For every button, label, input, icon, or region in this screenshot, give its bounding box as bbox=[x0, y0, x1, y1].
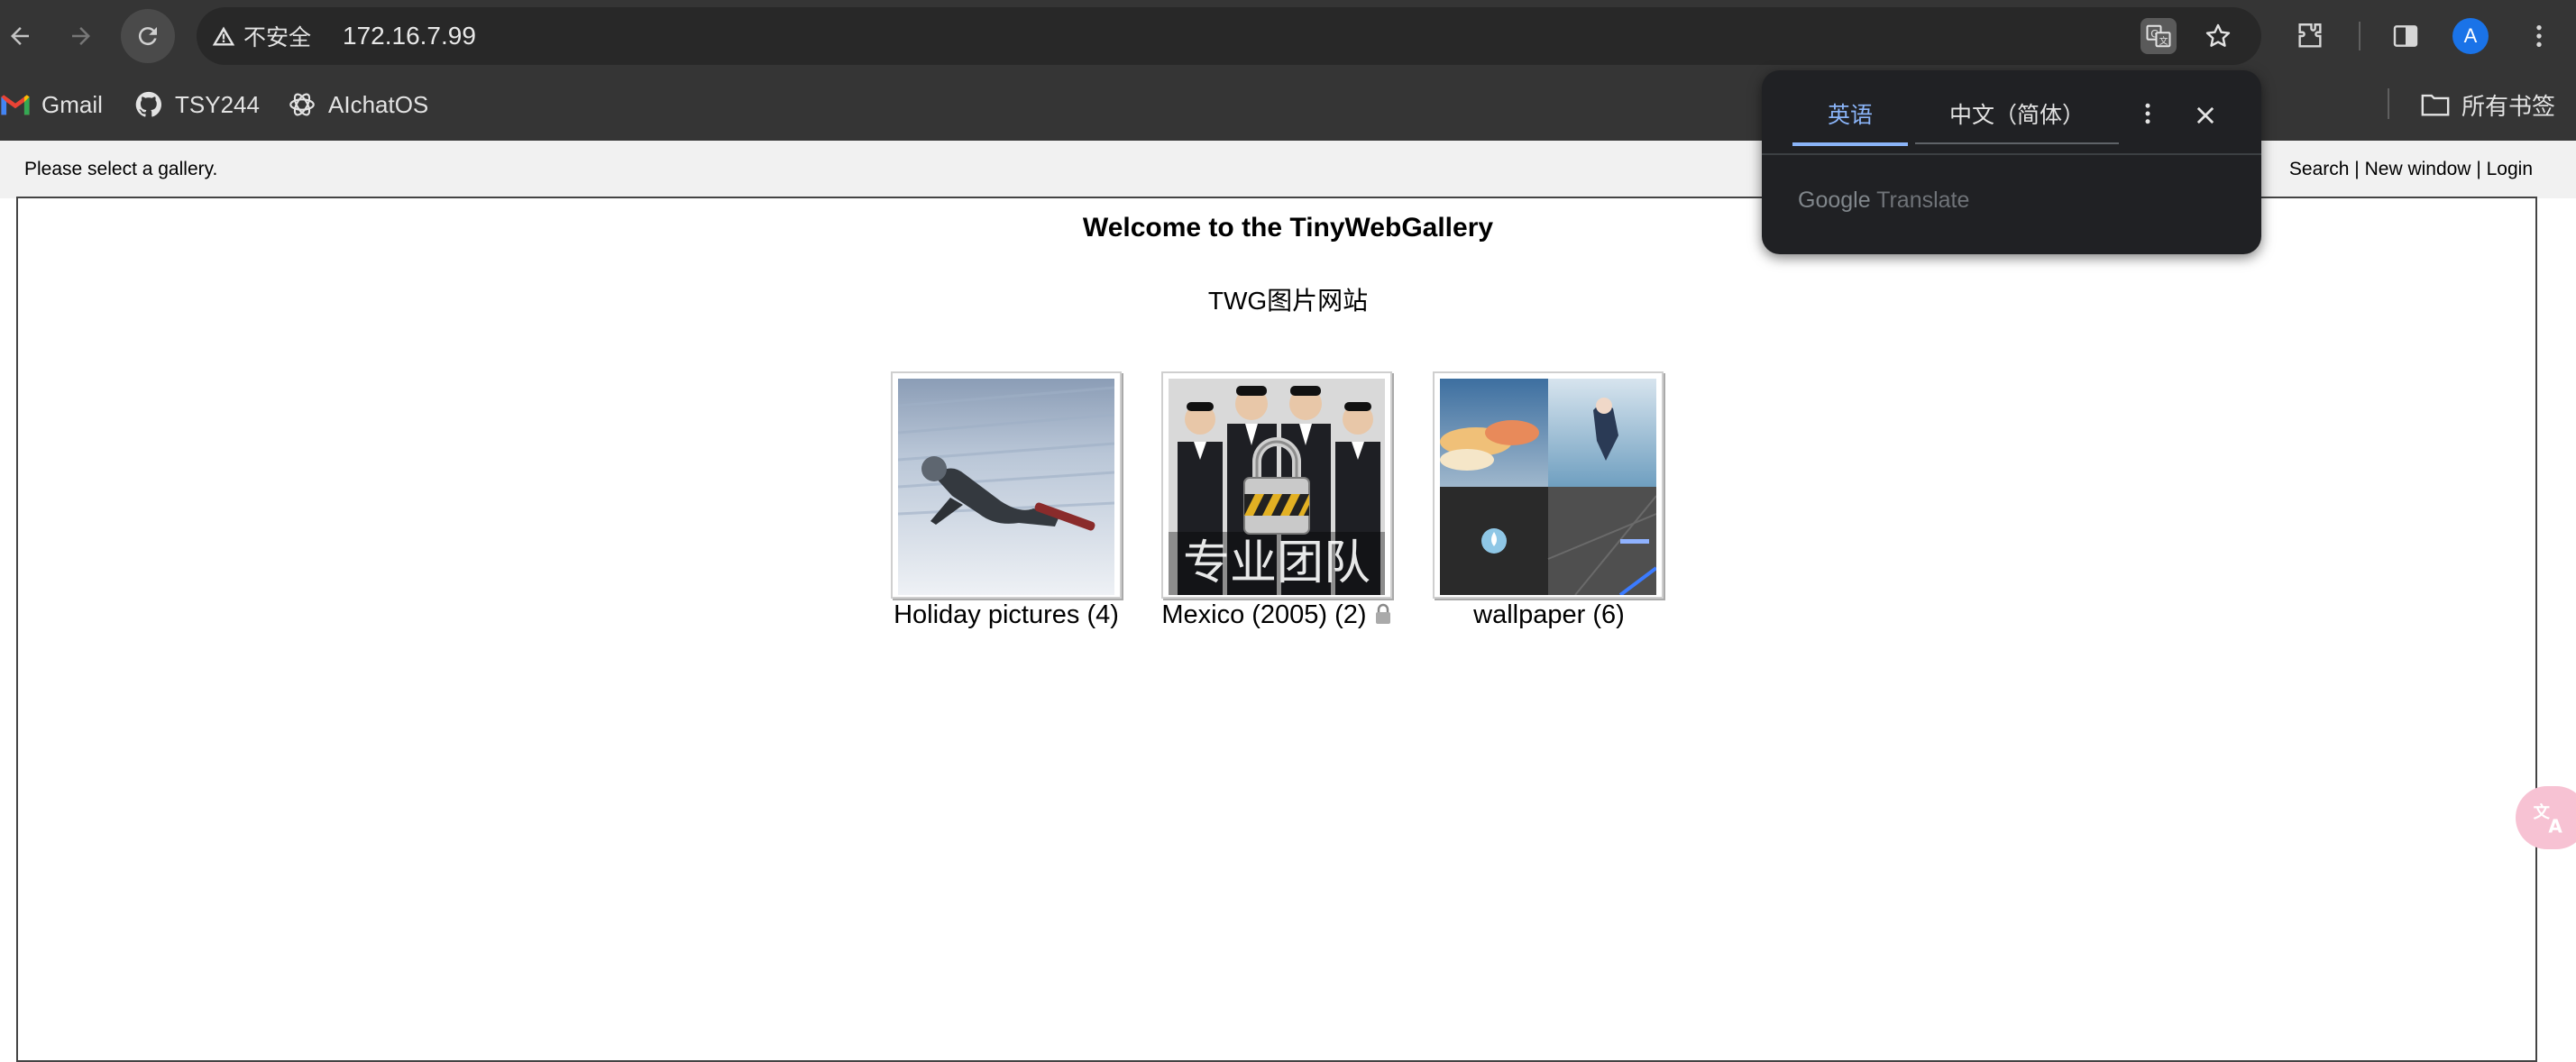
mexico-thumbnail[interactable]: 专业团队 bbox=[1169, 379, 1385, 595]
all-bookmarks-button[interactable]: 所有书签 bbox=[2420, 72, 2555, 137]
new-window-link[interactable]: New window bbox=[2365, 159, 2471, 179]
reload-icon bbox=[138, 27, 157, 46]
back-arrow-icon bbox=[11, 27, 29, 45]
bookmark-gmail[interactable]: Gmail bbox=[0, 72, 103, 137]
translate-close-button[interactable] bbox=[2186, 96, 2225, 135]
back-button[interactable] bbox=[0, 9, 47, 63]
star-icon bbox=[2205, 23, 2231, 47]
translate-popup: 英语 中文（简体） Google Translate bbox=[1762, 70, 2261, 254]
toolbar-separator bbox=[2359, 22, 2361, 50]
forward-arrow-icon bbox=[72, 27, 90, 45]
translate-letters-icon: 文 A bbox=[2534, 802, 2563, 836]
link-separator: | bbox=[2349, 159, 2365, 179]
more-vert-icon bbox=[2145, 103, 2150, 124]
link-separator: | bbox=[2471, 159, 2487, 179]
extensions-button[interactable] bbox=[2292, 18, 2328, 54]
gallery-wallpaper[interactable] bbox=[1433, 371, 1664, 599]
browser-menu-button[interactable] bbox=[2521, 18, 2557, 54]
gallery-mexico[interactable]: 专业团队 bbox=[1161, 371, 1392, 599]
security-chip[interactable]: 不安全 bbox=[211, 7, 311, 65]
url-text[interactable]: 172.16.7.99 bbox=[343, 7, 476, 65]
bookmark-label: Gmail bbox=[41, 90, 103, 118]
bookmark-label: AIchatOS bbox=[328, 90, 429, 118]
bookmark-aichatos[interactable]: AIchatOS bbox=[287, 72, 428, 137]
login-link[interactable]: Login bbox=[2487, 159, 2533, 179]
lock-icon bbox=[1375, 603, 1390, 624]
reload-button[interactable] bbox=[121, 9, 175, 63]
all-bookmarks-label: 所有书签 bbox=[2461, 92, 2556, 120]
team-photo-image: 专业团队 bbox=[1169, 379, 1385, 595]
address-bar[interactable]: 不安全 172.16.7.99 G 文 bbox=[197, 7, 2261, 65]
tab-source-language[interactable]: 英语 bbox=[1792, 96, 1908, 146]
gallery-holiday-pictures[interactable] bbox=[891, 371, 1122, 599]
gallery-label-holiday[interactable]: Holiday pictures (4) bbox=[884, 600, 1129, 630]
floating-translate-button[interactable]: 文 A bbox=[2516, 786, 2576, 849]
gallery-label-mexico-text[interactable]: Mexico (2005) (2) bbox=[1161, 600, 1366, 629]
site-subtitle: TWG图片网站 bbox=[1207, 287, 1369, 315]
popup-divider bbox=[1762, 153, 2261, 155]
brand-google: Google bbox=[1798, 188, 1871, 213]
thumbnail-overlay-text: 专业团队 bbox=[1183, 536, 1371, 591]
google-translate-brand: Google Translate bbox=[1798, 188, 1969, 214]
holiday-thumbnail[interactable] bbox=[898, 379, 1114, 595]
bookmark-star-button[interactable] bbox=[2200, 18, 2236, 54]
wallpaper-thumbnail[interactable] bbox=[1440, 379, 1656, 595]
google-translate-icon: G 文 bbox=[2146, 24, 2171, 48]
gallery-label-wallpaper[interactable]: wallpaper (6) bbox=[1434, 600, 1664, 630]
snowboarder-image bbox=[898, 379, 1114, 595]
gallery-label-mexico[interactable]: Mexico (2005) (2) bbox=[1152, 600, 1401, 630]
svg-text:文: 文 bbox=[2159, 35, 2168, 47]
tab-target-language[interactable]: 中文（简体） bbox=[1915, 96, 2119, 144]
bookmark-tsy244[interactable]: TSY244 bbox=[133, 72, 260, 137]
forward-button[interactable] bbox=[54, 9, 108, 63]
openai-icon bbox=[289, 93, 315, 116]
search-link[interactable]: Search bbox=[2289, 159, 2350, 179]
translate-options-button[interactable] bbox=[2130, 96, 2166, 132]
folder-icon bbox=[2421, 94, 2450, 116]
close-icon bbox=[2196, 106, 2214, 124]
security-label: 不安全 bbox=[243, 25, 312, 50]
translate-page-button[interactable]: G 文 bbox=[2141, 18, 2177, 54]
select-gallery-message: Please select a gallery. bbox=[24, 159, 218, 179]
browser-toolbar: 不安全 172.16.7.99 G 文 A bbox=[0, 0, 2576, 72]
puzzle-icon bbox=[2298, 23, 2322, 48]
more-vert-icon bbox=[2536, 25, 2542, 47]
svg-text:A: A bbox=[2548, 816, 2562, 836]
gmail-icon bbox=[1, 95, 30, 115]
profile-avatar[interactable]: A bbox=[2452, 18, 2489, 54]
top-links: Search | New window | Login bbox=[2289, 141, 2533, 198]
github-icon bbox=[135, 91, 161, 117]
warning-icon bbox=[212, 26, 235, 46]
side-panel-icon bbox=[2393, 25, 2418, 47]
wallpaper-collage-image bbox=[1440, 379, 1656, 595]
bookmark-label: TSY244 bbox=[175, 90, 260, 118]
bookmarks-separator bbox=[2388, 88, 2389, 119]
brand-translate: Translate bbox=[1876, 188, 1970, 213]
side-panel-button[interactable] bbox=[2388, 18, 2424, 54]
